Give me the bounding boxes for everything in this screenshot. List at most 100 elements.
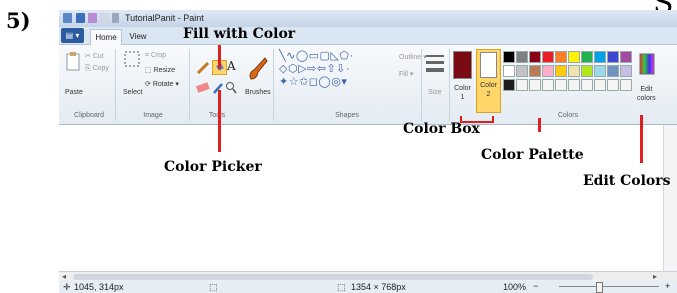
scrollbar-thumb[interactable] bbox=[73, 274, 593, 280]
zoom-out-button[interactable]: − bbox=[533, 281, 538, 291]
palette-swatch[interactable] bbox=[529, 51, 541, 63]
palette-swatch[interactable] bbox=[542, 51, 554, 63]
quick-access-dropdown-icon[interactable] bbox=[112, 13, 119, 23]
palette-swatch[interactable] bbox=[516, 65, 528, 77]
selection-size-icon: ⬚ bbox=[209, 282, 218, 292]
select-icon[interactable] bbox=[124, 51, 140, 69]
palette-swatch[interactable] bbox=[594, 65, 606, 77]
tab-home[interactable]: Home bbox=[90, 29, 122, 45]
color1-box[interactable]: Color 1 bbox=[453, 51, 472, 107]
rotate-button[interactable]: ⟳ Rotate ▾ bbox=[145, 80, 179, 88]
step-number: 5) bbox=[6, 8, 31, 33]
palette-swatch[interactable] bbox=[594, 79, 606, 91]
shapes-row: ✦☆✩◻◯◎▾ bbox=[279, 76, 348, 88]
image-size-icon: ⬚ bbox=[337, 282, 346, 292]
palette-swatch[interactable] bbox=[581, 79, 593, 91]
redo-icon[interactable] bbox=[100, 13, 109, 23]
zoom-slider[interactable] bbox=[559, 286, 659, 287]
edit-colors-button[interactable]: Edit colors bbox=[637, 85, 656, 103]
palette-swatch[interactable] bbox=[620, 79, 632, 91]
palette-swatch[interactable] bbox=[529, 65, 541, 77]
separator bbox=[273, 49, 274, 121]
brush-icon[interactable] bbox=[245, 55, 269, 83]
crop-icon: ⌗ bbox=[145, 52, 149, 59]
paint-app-icon bbox=[63, 13, 72, 23]
size-icon[interactable] bbox=[426, 53, 444, 75]
status-bar: ✛ 1045, 314px ⬚ ⬚ 1354 × 768px 100% − + bbox=[59, 281, 677, 293]
edit-colors-icon[interactable] bbox=[639, 53, 655, 77]
annotation-color-palette: Color Palette bbox=[481, 147, 584, 163]
palette-swatch[interactable] bbox=[503, 79, 515, 91]
text-tool[interactable]: A bbox=[227, 59, 236, 73]
annotation-arrow-picker bbox=[218, 90, 221, 152]
color-palette bbox=[503, 51, 633, 93]
separator bbox=[421, 49, 422, 121]
tools-group-label: Tools bbox=[208, 112, 226, 119]
palette-swatch[interactable] bbox=[581, 51, 593, 63]
eraser-icon[interactable] bbox=[196, 82, 210, 94]
annotation-bracket-right bbox=[492, 116, 494, 123]
scroll-right-icon[interactable]: ▸ bbox=[653, 272, 657, 281]
annotation-color-box: Color Box bbox=[403, 121, 480, 137]
crop-label: Crop bbox=[150, 52, 167, 59]
resize-button[interactable]: ⬚ Resize bbox=[145, 66, 175, 74]
color2-box[interactable]: Color 2 bbox=[476, 49, 501, 113]
vertical-scrollbar[interactable] bbox=[663, 125, 677, 271]
save-icon[interactable] bbox=[76, 13, 85, 23]
undo-icon[interactable] bbox=[88, 13, 97, 23]
palette-swatch[interactable] bbox=[503, 65, 515, 77]
palette-swatch[interactable] bbox=[568, 79, 580, 91]
annotation-arrow-palette bbox=[538, 118, 541, 132]
shapes-row: ╲∿◯▭▢◺⬠· bbox=[279, 50, 354, 62]
shapes-gallery[interactable]: ╲∿◯▭▢◺⬠· ◇⬡▷⇨⇦⇧⇩· ✦☆✩◻◯◎▾ bbox=[279, 50, 397, 92]
palette-swatch[interactable] bbox=[594, 51, 606, 63]
palette-swatch[interactable] bbox=[555, 65, 567, 77]
paint-menu-button[interactable]: ▤ ▾ bbox=[61, 28, 84, 43]
palette-swatch[interactable] bbox=[607, 65, 619, 77]
palette-swatch[interactable] bbox=[529, 79, 541, 91]
zoom-in-button[interactable]: + bbox=[665, 281, 670, 291]
colors-group-label: Colors bbox=[557, 112, 579, 119]
palette-swatch[interactable] bbox=[555, 51, 567, 63]
image-group-label: Image bbox=[143, 112, 163, 119]
color1-label: Color 1 bbox=[454, 85, 471, 101]
palette-swatch[interactable] bbox=[568, 65, 580, 77]
clipboard-group-label: Clipboard bbox=[74, 112, 104, 119]
magnifier-icon[interactable] bbox=[225, 81, 237, 95]
palette-swatch[interactable] bbox=[620, 65, 632, 77]
paste-button[interactable]: Paste bbox=[65, 89, 83, 96]
palette-swatch[interactable] bbox=[542, 79, 554, 91]
tab-view[interactable]: View bbox=[124, 29, 152, 44]
select-button[interactable]: Select bbox=[123, 89, 142, 96]
shapes-row: ◇⬡▷⇨⇦⇧⇩· bbox=[279, 63, 351, 75]
palette-swatch[interactable] bbox=[503, 51, 515, 63]
outline-button[interactable]: Outline ▾ bbox=[399, 53, 427, 61]
annotation-arrow-fill bbox=[218, 45, 221, 69]
pencil-icon[interactable] bbox=[196, 61, 210, 75]
separator bbox=[115, 49, 116, 121]
shapes-group-label: Shapes bbox=[335, 112, 359, 119]
separator bbox=[449, 49, 450, 121]
drawing-canvas[interactable] bbox=[59, 125, 677, 271]
palette-swatch[interactable] bbox=[607, 79, 619, 91]
palette-swatch[interactable] bbox=[516, 51, 528, 63]
palette-swatch[interactable] bbox=[555, 79, 567, 91]
copy-button[interactable]: ⎘ Copy bbox=[85, 65, 109, 73]
brushes-button[interactable]: Brushes bbox=[245, 89, 271, 96]
ribbon: Paste ✂ Cut ⎘ Copy Clipboard Select ⌗ Cr… bbox=[59, 45, 677, 125]
paste-icon[interactable] bbox=[66, 51, 80, 71]
zoom-slider-thumb[interactable] bbox=[596, 282, 603, 293]
palette-swatch[interactable] bbox=[516, 79, 528, 91]
size-button[interactable]: Size bbox=[428, 89, 442, 96]
palette-swatch[interactable] bbox=[581, 65, 593, 77]
ribbon-tab-row: ▤ ▾ Home View bbox=[59, 27, 677, 45]
palette-swatch[interactable] bbox=[620, 51, 632, 63]
palette-swatch[interactable] bbox=[568, 51, 580, 63]
palette-swatch[interactable] bbox=[542, 65, 554, 77]
fill-button[interactable]: Fill ▾ bbox=[399, 70, 413, 78]
cut-button[interactable]: ✂ Cut bbox=[85, 52, 104, 60]
palette-swatch[interactable] bbox=[607, 51, 619, 63]
crop-button[interactable]: ⌗ Crop bbox=[145, 52, 166, 60]
scroll-left-icon[interactable]: ◂ bbox=[62, 272, 66, 281]
paint-window: TutorialPanit - Paint ▤ ▾ Home View Past… bbox=[59, 10, 677, 293]
